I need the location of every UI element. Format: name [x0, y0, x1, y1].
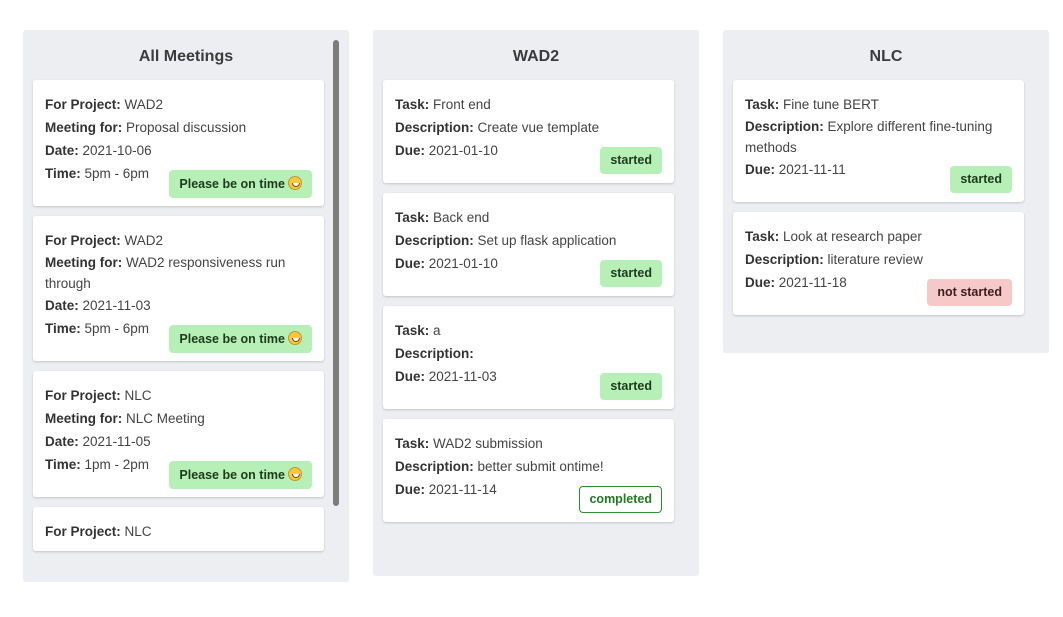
task-card[interactable]: Task: WAD2 submission Description: bette…: [383, 419, 674, 522]
time-value: 1pm - 2pm: [84, 457, 150, 472]
date-label: Date:: [45, 434, 79, 449]
due-value: 2021-01-10: [428, 143, 498, 158]
due-label: Due:: [745, 275, 775, 290]
grinning-face-icon: [288, 467, 302, 481]
description-value: better submit ontime!: [477, 459, 604, 474]
description-label: Description:: [745, 252, 824, 267]
due-value: 2021-11-18: [778, 275, 847, 290]
task-card[interactable]: Task: Fine tune BERT Description: Explor…: [733, 80, 1024, 202]
time-label: Time:: [45, 321, 81, 336]
time-label: Time:: [45, 166, 81, 181]
on-time-badge: Please be on time: [169, 325, 312, 353]
due-label: Due:: [395, 143, 425, 158]
description-label: Description:: [745, 119, 824, 134]
wad2-column-title: WAD2: [512, 48, 560, 65]
project-label: For Project:: [45, 97, 121, 112]
meeting-label: Meeting for:: [45, 120, 123, 135]
description-value: literature review: [827, 252, 923, 267]
status-badge[interactable]: started: [950, 166, 1012, 193]
project-value: WAD2: [124, 233, 164, 248]
project-label: For Project:: [45, 233, 121, 248]
time-label: Time:: [45, 457, 81, 472]
due-value: 2021-11-11: [778, 162, 846, 177]
time-value: 5pm - 6pm: [84, 166, 150, 181]
date-value: 2021-11-05: [82, 434, 151, 449]
meeting-value: Proposal discussion: [126, 120, 247, 135]
task-value: WAD2 submission: [433, 436, 543, 451]
status-badge[interactable]: started: [600, 147, 662, 174]
task-label: Task:: [745, 97, 780, 112]
date-label: Date:: [45, 143, 79, 158]
meeting-value: NLC Meeting: [126, 411, 205, 426]
status-badge[interactable]: started: [600, 373, 662, 400]
meeting-label: Meeting for:: [45, 255, 123, 270]
on-time-badge: Please be on time: [169, 461, 312, 489]
meeting-card[interactable]: For Project: WAD2 Meeting for: WAD2 resp…: [33, 216, 324, 361]
grinning-face-icon: [288, 176, 302, 190]
date-label: Date:: [45, 298, 79, 313]
project-value: NLC: [124, 388, 152, 403]
due-label: Due:: [395, 256, 425, 271]
task-card[interactable]: Task: Back end Description: Set up flask…: [383, 193, 674, 296]
task-label: Task:: [395, 210, 430, 225]
due-label: Due:: [745, 162, 775, 177]
project-value: WAD2: [124, 97, 164, 112]
task-value: Look at research paper: [783, 229, 922, 244]
grinning-face-icon: [288, 331, 302, 345]
meeting-label: Meeting for:: [45, 411, 123, 426]
due-value: 2021-11-03: [428, 369, 497, 384]
meetings-column-title: All Meetings: [138, 48, 234, 65]
task-card[interactable]: Task: Look at research paper Description…: [733, 212, 1024, 315]
date-value: 2021-11-03: [82, 298, 151, 313]
meetings-column: All Meetings For Project: WAD2 Meeting f…: [23, 30, 349, 582]
meeting-card[interactable]: For Project: NLC: [33, 507, 324, 551]
nlc-column: NLC Task: Fine tune BERT Description: Ex…: [723, 30, 1049, 353]
description-label: Description:: [395, 233, 474, 248]
nlc-task-list: Task: Fine tune BERT Description: Explor…: [723, 80, 1049, 315]
task-value: Fine tune BERT: [783, 97, 879, 112]
task-label: Task:: [395, 323, 430, 338]
due-value: 2021-01-10: [428, 256, 498, 271]
status-badge[interactable]: not started: [927, 279, 1012, 306]
task-value: Back end: [433, 210, 490, 225]
nlc-column-title: NLC: [869, 48, 903, 65]
on-time-badge: Please be on time: [169, 170, 312, 198]
task-label: Task:: [745, 229, 780, 244]
task-card[interactable]: Task: a Description: Due: 2021-11-03 sta…: [383, 306, 674, 409]
task-label: Task:: [395, 97, 430, 112]
date-value: 2021-10-06: [82, 143, 152, 158]
due-label: Due:: [395, 482, 425, 497]
meetings-scrollbar[interactable]: [333, 40, 339, 506]
description-label: Description:: [395, 120, 474, 135]
task-label: Task:: [395, 436, 430, 451]
meeting-card[interactable]: For Project: WAD2 Meeting for: Proposal …: [33, 80, 324, 206]
meetings-list[interactable]: For Project: WAD2 Meeting for: Proposal …: [23, 80, 349, 551]
meeting-card[interactable]: For Project: NLC Meeting for: NLC Meetin…: [33, 371, 324, 497]
project-label: For Project:: [45, 524, 121, 539]
task-value: a: [433, 323, 441, 338]
description-label: Description:: [395, 346, 474, 361]
description-value: Set up flask application: [477, 233, 617, 248]
due-label: Due:: [395, 369, 425, 384]
project-label: For Project:: [45, 388, 121, 403]
due-value: 2021-11-14: [428, 482, 497, 497]
task-value: Front end: [433, 97, 491, 112]
wad2-task-list: Task: Front end Description: Create vue …: [373, 80, 699, 522]
description-value: Create vue template: [477, 120, 600, 135]
wad2-column: WAD2 Task: Front end Description: Create…: [373, 30, 699, 576]
status-badge[interactable]: started: [600, 260, 662, 287]
task-card[interactable]: Task: Front end Description: Create vue …: [383, 80, 674, 183]
status-badge[interactable]: completed: [579, 486, 662, 513]
project-value: NLC: [124, 524, 152, 539]
time-value: 5pm - 6pm: [84, 321, 150, 336]
description-label: Description:: [395, 459, 474, 474]
